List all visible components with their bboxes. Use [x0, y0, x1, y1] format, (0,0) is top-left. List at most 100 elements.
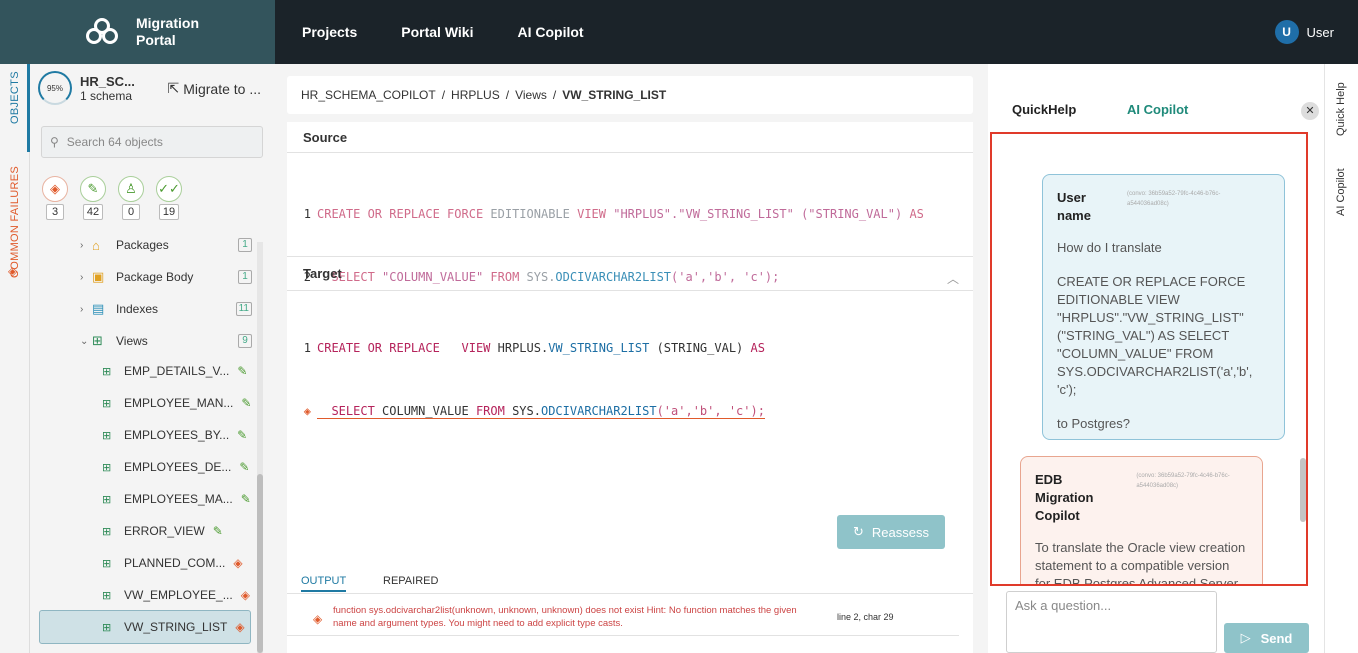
tree-group-label: Package Body — [116, 270, 194, 284]
question-placeholder: Ask a question... — [1015, 598, 1112, 613]
brand[interactable]: Migration Portal — [0, 0, 275, 64]
message-text: CREATE OR REPLACE FORCE EDITIONABLE VIEW… — [1057, 274, 1253, 397]
rail-tab-quick-help[interactable]: Quick Help — [1335, 82, 1347, 136]
question-input[interactable]: Ask a question... — [1006, 591, 1217, 653]
tree-item-view-selected[interactable]: ⊞ VW_STRING_LIST ◈ — [39, 610, 251, 644]
error-diamond-icon: ◈ — [235, 620, 245, 634]
breadcrumb-item[interactable]: Views — [515, 88, 547, 102]
output-message: function sys.odcivarchar2list(unknown, u… — [333, 605, 797, 629]
breadcrumb-item[interactable]: HRPLUS — [451, 88, 500, 102]
nav-ai-copilot[interactable]: AI Copilot — [517, 24, 583, 40]
message-text: to Postgres? — [1057, 416, 1130, 431]
stat-repaired[interactable]: ✎ 42 — [80, 176, 106, 220]
code-token: FROM — [490, 270, 520, 284]
reassess-label: Reassess — [871, 524, 929, 540]
tab-output[interactable]: OUTPUT — [301, 575, 347, 592]
index-icon: ▤ — [92, 301, 105, 316]
tree-group-views[interactable]: ⌄ ⊞ Views 9 — [30, 326, 262, 356]
tree-item-label: EMPLOYEES_BY... — [124, 428, 230, 442]
user-name: User — [1306, 24, 1334, 40]
project-name: HR_SC... — [80, 73, 135, 89]
line-number: 1 — [303, 207, 311, 221]
tree-item-label: VW_EMPLOYEE_... — [124, 588, 233, 602]
rail-tab-objects[interactable]: OBJECTS — [0, 64, 30, 152]
chat-history[interactable]: User name (convo: 36b59a52-79fc-4c46-b76… — [990, 132, 1308, 586]
tree-item-view[interactable]: ⊞ EMPLOYEES_DE... ✎ — [30, 452, 262, 482]
tree-item-label: PLANNED_COM... — [124, 556, 226, 570]
package-body-icon: ▣ — [92, 269, 105, 284]
tree-item-view[interactable]: ⊞ EMPLOYEE_MAN... ✎ — [30, 388, 262, 418]
reassess-button[interactable]: ↻ Reassess — [837, 515, 945, 549]
search-input[interactable]: ⚲ Search 64 objects — [41, 126, 263, 158]
tab-quickhelp[interactable]: QuickHelp — [1012, 102, 1076, 117]
migrate-icon: ⇱ — [167, 80, 180, 96]
tree-item-view[interactable]: ⊞ PLANNED_COM... ◈ — [30, 548, 262, 578]
rail-tab-ai-copilot[interactable]: AI Copilot — [1335, 168, 1347, 216]
code-token: HRPLUS. — [490, 341, 549, 355]
breadcrumb-separator: / — [505, 88, 510, 102]
nav-portal-wiki[interactable]: Portal Wiki — [401, 24, 473, 40]
tree-item-view[interactable]: ⊞ EMPLOYEES_MA... ✎ — [30, 484, 262, 514]
message-header: User name (convo: 36b59a52-79fc-4c46-b76… — [1057, 189, 1270, 225]
tree-group-package-body[interactable]: › ▣ Package Body 1 — [30, 262, 262, 292]
send-label: Send — [1260, 630, 1293, 646]
tree-item-view[interactable]: ⊞ EMPLOYEES_BY... ✎ — [30, 420, 262, 450]
view-icon: ⊞ — [102, 621, 112, 634]
breadcrumb-separator: / — [552, 88, 557, 102]
target-code[interactable]: 1 CREATE OR REPLACE VIEW HRPLUS.VW_STRING… — [287, 296, 765, 464]
copilot-message: EDB Migration Copilot (convo: 36b59a52-7… — [1020, 456, 1263, 586]
tree-item-view[interactable]: ⊞ ERROR_VIEW ✎ — [30, 516, 262, 546]
tree-group-count: 9 — [238, 334, 252, 348]
wrench-icon: ✎ — [241, 396, 252, 410]
tree-group-count: 1 — [238, 238, 252, 252]
chevron-up-icon[interactable]: ︿ — [947, 270, 959, 287]
rail-objects-label: OBJECTS — [9, 71, 21, 124]
breadcrumb: HR_SCHEMA_COPILOT / HRPLUS / Views / VW_… — [287, 76, 973, 114]
stat-passed[interactable]: ✓✓ 19 — [156, 176, 182, 220]
brand-logo-icon — [86, 18, 118, 44]
tree-group-indexes[interactable]: › ▤ Indexes 11 — [30, 294, 262, 324]
tree-item-label: EMPLOYEES_DE... — [124, 460, 232, 474]
error-diamond-icon: ◈ — [313, 612, 323, 626]
conversation-id: (convo: 36b59a52-79fc-4c46-b76c-a544036a… — [1136, 473, 1230, 489]
divider — [287, 152, 973, 153]
stat-manual[interactable]: ♙ 0 — [118, 176, 144, 220]
brand-line1: Migration — [136, 15, 199, 31]
error-diamond-icon: ◈ — [42, 176, 68, 202]
user-menu[interactable]: U User — [1274, 20, 1334, 44]
nav-projects[interactable]: Projects — [302, 24, 357, 40]
code-token: VIEW — [577, 207, 606, 221]
message-author: EDB Migration Copilot — [1035, 472, 1094, 523]
tree-item-view[interactable]: ⊞ EMP_DETAILS_V... ✎ — [30, 356, 262, 386]
tree-item-view[interactable]: ⊞ VW_EMPLOYEE_... ◈ — [30, 580, 262, 610]
chevron-right-icon: › — [80, 303, 84, 315]
message-text: To translate the Oracle view creation st… — [1035, 540, 1246, 586]
refresh-icon: ↻ — [853, 524, 864, 539]
error-diamond-icon: ◈ — [240, 588, 250, 602]
view-icon: ⊞ — [102, 589, 112, 602]
breadcrumb-item[interactable]: HR_SCHEMA_COPILOT — [301, 88, 436, 102]
search-icon: ⚲ — [50, 135, 59, 149]
editor-area: HR_SCHEMA_COPILOT / HRPLUS / Views / VW_… — [287, 76, 973, 653]
send-button[interactable]: ▷ Send — [1224, 623, 1309, 653]
tree-item-label: ERROR_VIEW — [124, 524, 205, 538]
code-token: ('a','b', 'c'); — [671, 270, 780, 284]
wrench-icon: ✎ — [237, 364, 248, 378]
stat-errors[interactable]: ◈ 3 — [42, 176, 68, 220]
chat-scrollbar-thumb[interactable] — [1300, 458, 1306, 522]
output-row[interactable]: ◈ function sys.odcivarchar2list(unknown,… — [287, 602, 959, 636]
tree-group-packages[interactable]: › ⌂ Packages 1 — [30, 236, 262, 260]
view-icon: ⊞ — [102, 493, 112, 506]
stat-count: 3 — [46, 204, 64, 220]
tree-item-label: EMPLOYEES_MA... — [124, 492, 233, 506]
tab-ai-copilot[interactable]: AI Copilot — [1127, 102, 1188, 117]
rail-failures-label: COMMON FAILURES — [9, 165, 21, 278]
migrate-button[interactable]: ⇱ Migrate to ... — [167, 80, 261, 97]
close-icon[interactable]: ✕ — [1301, 102, 1319, 120]
tree-item-label: EMPLOYEE_MAN... — [124, 396, 234, 410]
tree-scrollbar-thumb[interactable] — [257, 474, 263, 653]
target-line: 1 CREATE OR REPLACE VIEW HRPLUS.VW_STRING… — [287, 338, 765, 359]
code-token: COLUMN_VALUE — [374, 404, 476, 418]
tab-repaired[interactable]: REPAIRED — [383, 575, 438, 587]
code-token: VIEW — [439, 341, 491, 355]
